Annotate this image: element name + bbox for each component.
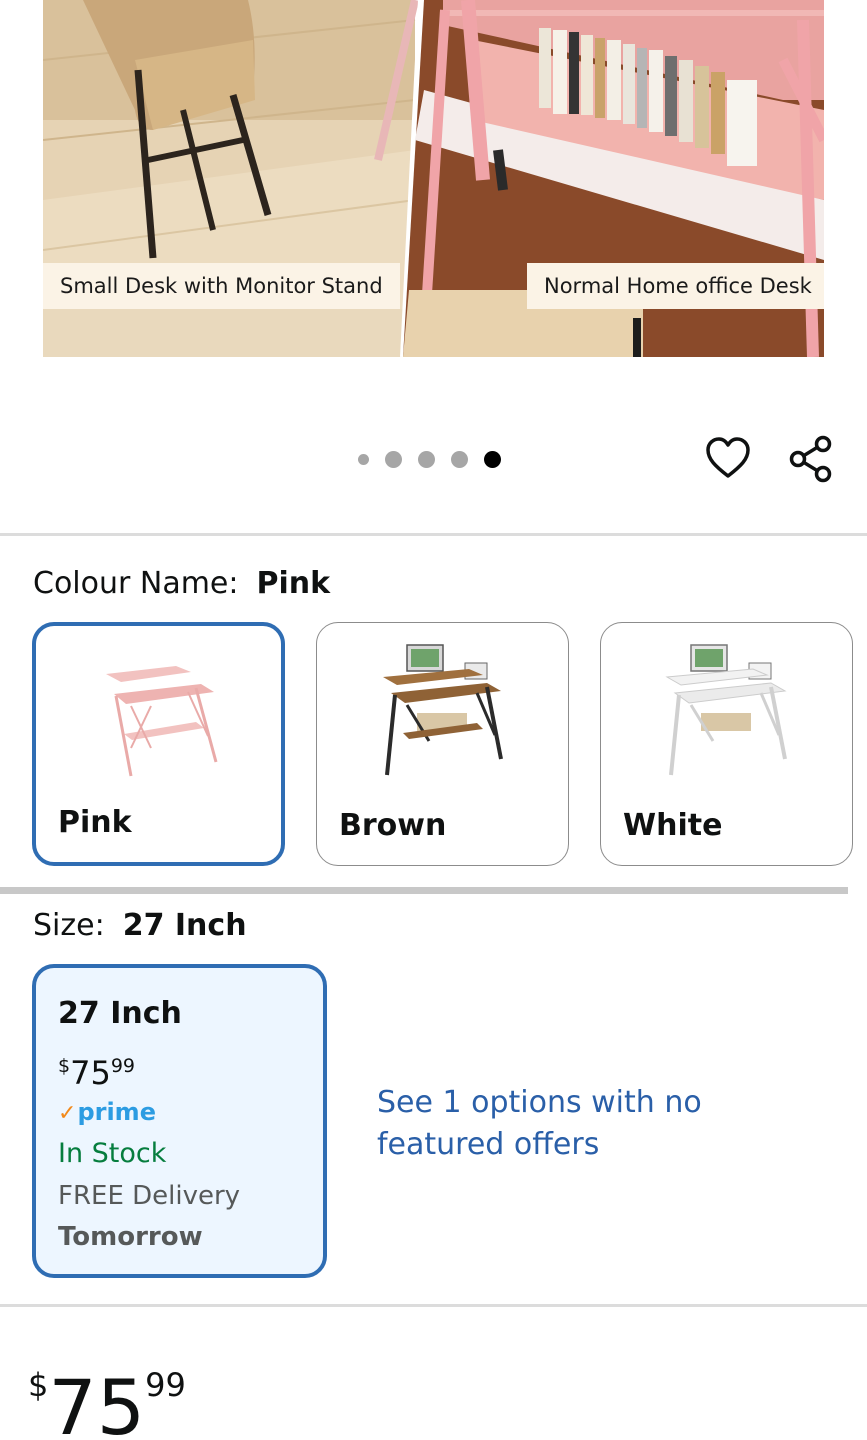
colour-option-pink[interactable]: Pink xyxy=(32,622,285,866)
colour-option-label: White xyxy=(623,808,723,843)
colour-option-label: Pink xyxy=(58,805,132,840)
prime-badge: ✓prime xyxy=(58,1098,156,1126)
heart-icon xyxy=(706,437,750,478)
price-fraction: 99 xyxy=(110,1055,135,1077)
prime-label: prime xyxy=(77,1098,156,1126)
delivery-label: FREE Delivery xyxy=(58,1181,241,1211)
colour-option-brown[interactable]: Brown xyxy=(316,622,569,866)
share-button[interactable] xyxy=(786,434,836,484)
see-options-link[interactable]: See 1 options with no featured offers xyxy=(377,1082,707,1166)
colour-selected-value: Pink xyxy=(256,566,331,601)
carousel-dot-active xyxy=(484,450,501,468)
product-image-carousel[interactable]: Small Desk with Monitor Stand Normal Hom… xyxy=(43,0,824,357)
price-whole: 75 xyxy=(48,1363,146,1440)
price-whole: 75 xyxy=(70,1054,111,1092)
product-price: $7599 xyxy=(28,1340,186,1440)
image-caption-right: Normal Home office Desk xyxy=(527,263,824,309)
price-fraction: 99 xyxy=(145,1366,186,1404)
size-option-27-inch[interactable]: 27 Inch $7599 ✓prime In Stock FREE Deliv… xyxy=(32,964,327,1278)
share-icon xyxy=(789,435,832,483)
price-symbol: $ xyxy=(28,1366,49,1404)
divider xyxy=(0,887,848,894)
carousel-dot xyxy=(418,450,435,468)
size-label: Size: 27 Inch xyxy=(33,908,247,943)
size-selected-value: 27 Inch xyxy=(122,908,247,943)
divider xyxy=(0,533,867,536)
carousel-dot xyxy=(451,450,468,468)
stock-status: In Stock xyxy=(58,1138,167,1169)
size-option-price: $7599 xyxy=(58,1046,135,1093)
brown-desk-thumbnail xyxy=(383,644,503,776)
prime-check-icon: ✓ xyxy=(58,1101,77,1126)
carousel-dot xyxy=(385,450,402,468)
wishlist-button[interactable] xyxy=(703,434,753,484)
white-desk-thumbnail xyxy=(665,644,787,776)
size-option-title: 27 Inch xyxy=(58,996,182,1031)
colour-option-white[interactable]: White xyxy=(600,622,853,866)
size-label-text: Size: xyxy=(33,908,105,943)
divider xyxy=(0,1304,867,1307)
colour-label-text: Colour Name: xyxy=(33,566,239,601)
carousel-indicator xyxy=(358,449,501,469)
price-symbol: $ xyxy=(58,1055,71,1077)
colour-option-label: Brown xyxy=(339,808,447,843)
colour-label: Colour Name: Pink xyxy=(33,566,330,601)
image-caption-left: Small Desk with Monitor Stand xyxy=(43,263,400,309)
delivery-day: Tomorrow xyxy=(58,1222,203,1252)
carousel-dot xyxy=(358,453,369,465)
pink-desk-thumbnail xyxy=(106,666,218,777)
